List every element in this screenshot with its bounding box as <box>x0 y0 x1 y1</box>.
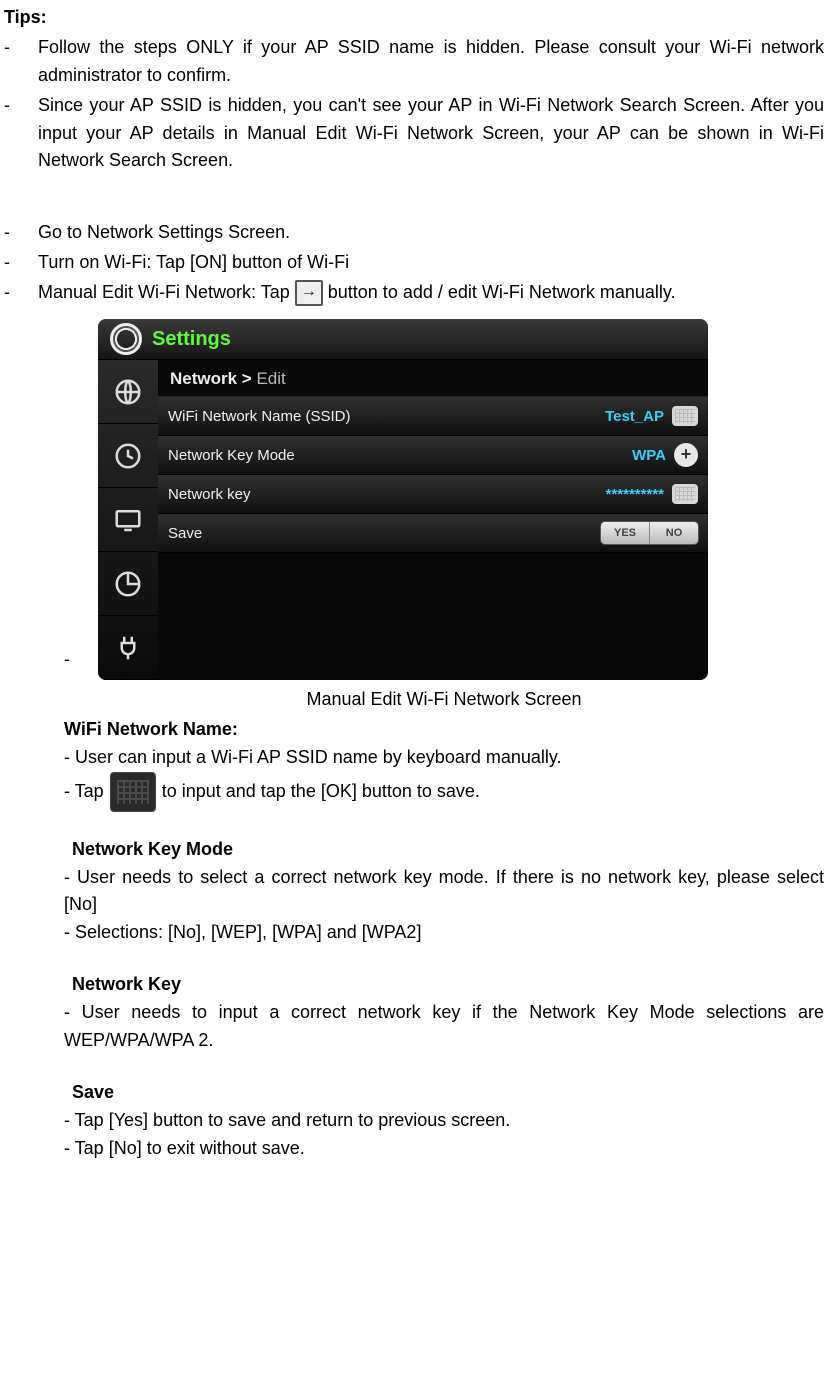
mode-label: Network Key Mode <box>168 444 632 467</box>
wifi-name-tap-line: - Tap to input and tap the [OK] button t… <box>4 772 824 812</box>
monitor-icon <box>113 505 143 535</box>
arrow-icon <box>295 280 323 306</box>
globe-icon <box>113 377 143 407</box>
tap-prefix: - Tap <box>64 778 104 806</box>
network-key-line1: - User needs to input a correct network … <box>4 999 824 1055</box>
key-value: ********** <box>606 483 664 506</box>
figure-caption: Manual Edit Wi-Fi Network Screen <box>4 686 824 714</box>
sidebar-item-time[interactable] <box>98 424 158 488</box>
breadcrumb-sub: Edit <box>256 369 285 388</box>
row-key[interactable]: Network key ********** <box>158 475 708 514</box>
tips-item: Follow the steps ONLY if your AP SSID na… <box>4 34 824 90</box>
save-line2: - Tap [No] to exit without save. <box>4 1135 824 1163</box>
sidebar <box>98 360 158 680</box>
sidebar-item-network[interactable] <box>98 360 158 424</box>
keyboard-icon[interactable] <box>672 406 698 426</box>
breadcrumb: Network > Edit <box>158 360 708 397</box>
plug-icon <box>113 633 143 663</box>
clock-icon <box>113 441 143 471</box>
gear-icon <box>110 323 142 355</box>
save-heading: Save <box>4 1079 824 1107</box>
tips-heading: Tips: <box>4 4 824 32</box>
wifi-name-line1: - User can input a Wi-Fi AP SSID name by… <box>4 744 824 772</box>
step-item-manual: Manual Edit Wi-Fi Network: Tap button to… <box>4 279 824 307</box>
save-line1: - Tap [Yes] button to save and return to… <box>4 1107 824 1135</box>
key-label: Network key <box>168 483 606 506</box>
step-item: Turn on Wi-Fi: Tap [ON] button of Wi-Fi <box>4 249 824 277</box>
tips-item: Since your AP SSID is hidden, you can't … <box>4 92 824 176</box>
yes-button[interactable]: YES <box>601 522 649 544</box>
sidebar-item-display[interactable] <box>98 488 158 552</box>
key-mode-heading: Network Key Mode <box>4 836 824 864</box>
ssid-label: WiFi Network Name (SSID) <box>168 405 605 428</box>
steps-list: Go to Network Settings Screen. Turn on W… <box>4 219 824 307</box>
save-label: Save <box>168 522 601 545</box>
tap-suffix: to input and tap the [OK] button to save… <box>162 778 480 806</box>
step-item: Go to Network Settings Screen. <box>4 219 824 247</box>
pie-icon <box>113 569 143 599</box>
device-header: Settings <box>98 319 708 360</box>
row-mode[interactable]: Network Key Mode WPA + <box>158 436 708 475</box>
network-key-heading: Network Key <box>4 971 824 999</box>
settings-title: Settings <box>152 324 231 355</box>
sidebar-item-power[interactable] <box>98 616 158 680</box>
figure-dash: - <box>64 646 98 680</box>
plus-icon[interactable]: + <box>674 443 698 467</box>
row-ssid[interactable]: WiFi Network Name (SSID) Test_AP <box>158 397 708 436</box>
no-button[interactable]: NO <box>649 522 698 544</box>
ssid-value: Test_AP <box>605 405 664 428</box>
keyboard-icon[interactable] <box>672 484 698 504</box>
mode-value: WPA <box>632 444 666 467</box>
step-manual-prefix: Manual Edit Wi-Fi Network: Tap <box>38 282 295 302</box>
device-screenshot: Settings <box>98 319 708 680</box>
device-content: Network > Edit WiFi Network Name (SSID) … <box>158 360 708 680</box>
sidebar-item-chart[interactable] <box>98 552 158 616</box>
key-mode-line1: - User needs to select a correct network… <box>4 864 824 920</box>
tips-list: Follow the steps ONLY if your AP SSID na… <box>4 34 824 175</box>
row-save: Save YES NO <box>158 514 708 553</box>
key-mode-line2: - Selections: [No], [WEP], [WPA] and [WP… <box>4 919 824 947</box>
breadcrumb-main: Network > <box>170 369 256 388</box>
wifi-name-heading: WiFi Network Name: <box>4 716 824 744</box>
keyboard-icon <box>110 772 156 812</box>
step-manual-suffix: button to add / edit Wi-Fi Network manua… <box>328 282 676 302</box>
yes-no-toggle: YES NO <box>601 522 698 544</box>
